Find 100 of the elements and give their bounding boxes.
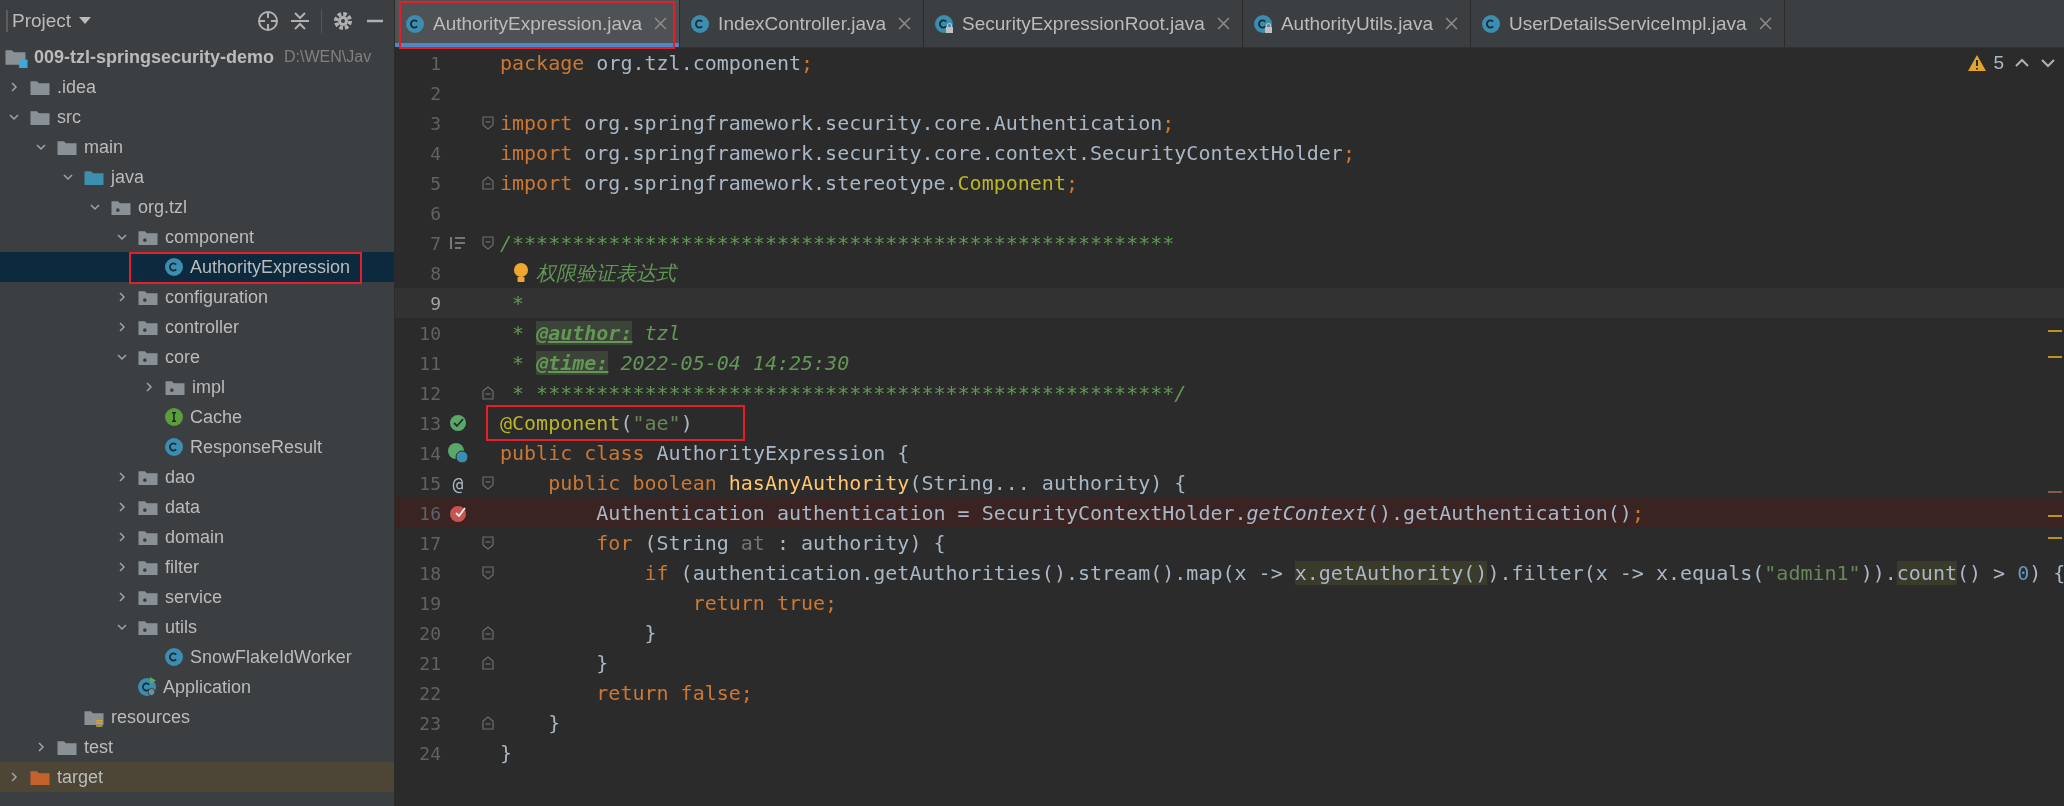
tree-item[interactable]: impl — [0, 372, 394, 402]
line-number: 12 — [418, 382, 441, 404]
tree-item[interactable]: controller — [0, 312, 394, 342]
tree-item[interactable]: AuthorityExpression — [0, 252, 394, 282]
code-text: /******************************************************* — [500, 231, 1175, 255]
editor-tab[interactable]: AuthorityExpression.java — [395, 0, 681, 47]
code-text: for (String at : authority) { — [595, 531, 946, 555]
tree-item[interactable]: SnowFlakeIdWorker — [0, 642, 394, 672]
bean-icon[interactable] — [448, 413, 468, 433]
chevron-right-icon[interactable] — [35, 741, 47, 753]
chevron-right-icon[interactable] — [8, 81, 20, 93]
class-icon — [1481, 13, 1501, 34]
chevron-right-icon[interactable] — [116, 591, 128, 603]
tree-item[interactable]: .idea — [0, 72, 394, 102]
class-icon — [164, 437, 184, 457]
run-class-icon — [137, 677, 157, 697]
tree-item[interactable]: configuration — [0, 282, 394, 312]
chevron-right-icon[interactable] — [116, 501, 128, 513]
tree-item[interactable]: main — [0, 132, 394, 162]
code-text: public class AuthorityExpression { — [500, 441, 910, 465]
tree-item[interactable]: 009-tzl-springsecurity-demo D:\WEN\Jav — [0, 42, 394, 72]
chevron-down-icon[interactable] — [62, 171, 74, 183]
chevron-right-icon[interactable] — [116, 561, 128, 573]
tree-item[interactable]: core — [0, 342, 394, 372]
chevron-down-icon[interactable] — [8, 111, 20, 123]
line-number: 9 — [429, 292, 441, 314]
tree-item[interactable]: component — [0, 222, 394, 252]
tree-item[interactable]: java — [0, 162, 394, 192]
tree-item[interactable]: dao — [0, 462, 394, 492]
code-text: * @author: tzl — [511, 321, 681, 345]
breakpoint-icon[interactable] — [448, 503, 468, 523]
line-number: 24 — [418, 742, 441, 764]
code-text: return false; — [595, 681, 753, 705]
tree-item[interactable]: data — [0, 492, 394, 522]
chevron-down-icon[interactable] — [116, 231, 128, 243]
fold-icon[interactable] — [481, 566, 494, 580]
chevron-right-icon[interactable] — [116, 531, 128, 543]
tree-item[interactable]: resources — [0, 702, 394, 732]
chevron-right-icon[interactable] — [116, 321, 128, 333]
override-marker[interactable]: @ — [452, 472, 464, 494]
tree-item[interactable]: domain — [0, 522, 394, 552]
line-number: 2 — [429, 82, 441, 104]
fold-icon[interactable] — [481, 656, 494, 670]
code-text: import org.springframework.stereotype.Component; — [500, 171, 1078, 195]
tree-item[interactable]: utils — [0, 612, 394, 642]
tree-item[interactable]: org.tzl — [0, 192, 394, 222]
close-icon[interactable] — [1758, 17, 1772, 30]
close-icon[interactable] — [1216, 17, 1230, 30]
project-view-dropdown[interactable]: Project — [6, 10, 96, 32]
chevron-down-icon[interactable] — [116, 351, 128, 363]
caret-down-icon[interactable] — [79, 17, 92, 25]
tree-item[interactable]: filter — [0, 552, 394, 582]
code-text: * *****************************************************/ — [511, 381, 1187, 405]
fold-icon[interactable] — [481, 476, 494, 490]
lightbulb-icon[interactable] — [512, 262, 530, 284]
warning-icon — [1967, 54, 1988, 72]
chevron-right-icon[interactable] — [8, 771, 20, 783]
chevron-right-icon[interactable] — [116, 471, 128, 483]
warning-count[interactable]: 5 — [1967, 52, 2004, 74]
tree-item[interactable]: service — [0, 582, 394, 612]
tree-item[interactable]: test — [0, 732, 394, 762]
code-text: return true; — [691, 591, 838, 615]
chevron-down-icon[interactable] — [35, 141, 47, 153]
close-icon[interactable] — [654, 17, 668, 30]
code-text: } — [547, 711, 561, 735]
tree-item[interactable]: Application — [0, 672, 394, 702]
fold-icon[interactable] — [481, 386, 494, 400]
close-icon[interactable] — [1445, 17, 1458, 30]
line-number: 16 — [418, 502, 441, 524]
code-text: Authentication authentication = SecurityContextHolder.getContext().getAuthentication(); — [595, 501, 1644, 525]
fold-icon[interactable] — [481, 236, 494, 250]
settings-icon[interactable] — [332, 10, 354, 32]
chevron-right-icon[interactable] — [143, 381, 155, 393]
locate-icon[interactable] — [257, 10, 279, 32]
line-number: 1 — [429, 52, 441, 74]
chevron-down-icon[interactable] — [116, 621, 128, 633]
chevron-right-icon[interactable] — [116, 291, 128, 303]
line-number: 6 — [429, 202, 441, 224]
class-icon — [405, 13, 425, 34]
fold-icon[interactable] — [481, 626, 494, 640]
tree-item[interactable]: Cache — [0, 402, 394, 432]
code-text: * — [511, 291, 525, 315]
close-icon[interactable] — [898, 17, 912, 30]
line-number: 17 — [418, 532, 441, 554]
line-number: 21 — [418, 652, 441, 674]
tree-item[interactable]: src — [0, 102, 394, 132]
class-icon — [164, 257, 184, 277]
tree-item[interactable]: target — [0, 762, 394, 792]
line-number: 23 — [418, 712, 441, 734]
tree-item[interactable]: ResponseResult — [0, 432, 394, 462]
fold-icon[interactable] — [481, 716, 494, 730]
fold-icon[interactable] — [481, 116, 494, 130]
bean-icon[interactable] — [447, 442, 469, 464]
code-text: * @time: 2022-05-04 14:25:30 — [511, 351, 850, 375]
fold-icon[interactable] — [481, 176, 494, 190]
collapse-all-icon[interactable] — [289, 10, 311, 32]
chevron-down-icon[interactable] — [89, 201, 101, 213]
fold-icon[interactable] — [481, 536, 494, 550]
line-number: 18 — [418, 562, 441, 584]
reader-mode-icon[interactable] — [450, 236, 466, 250]
